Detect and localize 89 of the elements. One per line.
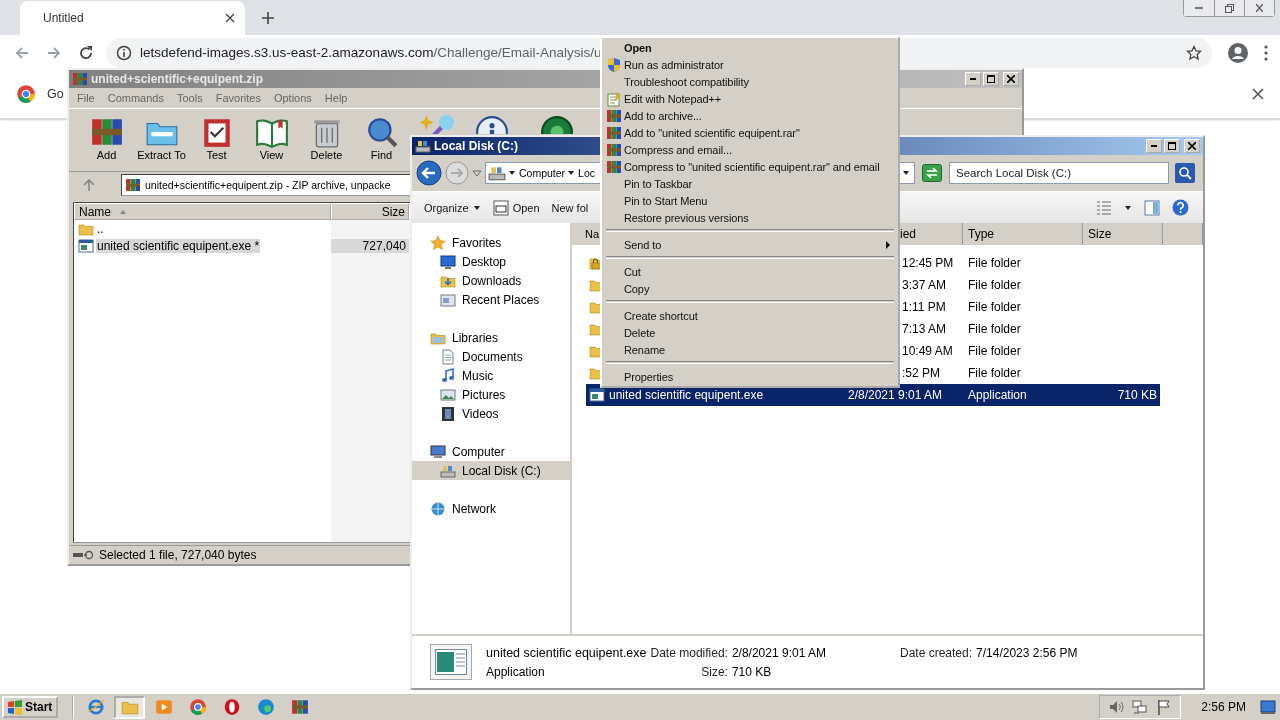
field-value: 7/14/2023 2:56 PM <box>976 645 1078 660</box>
nav-item[interactable]: Recent Places <box>412 290 570 309</box>
menu-item[interactable]: File <box>77 92 95 104</box>
url-text: letsdefend-images.s3.us-east-2.amazonaws.com/Challenge/Email-Analysis/u <box>140 45 602 60</box>
menu-item[interactable]: Create shortcut <box>604 307 896 324</box>
menu-item[interactable]: Run as administrator <box>604 56 896 73</box>
toolbar-button[interactable]: Test <box>189 115 244 161</box>
menu-item[interactable]: Favorites <box>215 92 261 104</box>
nav-item[interactable]: Local Disk (C:) <box>412 461 570 480</box>
menu-item[interactable]: Pin to Taskbar <box>604 175 896 192</box>
column-header[interactable]: Type <box>963 223 1083 245</box>
menu-item[interactable]: Properties <box>604 368 896 385</box>
nav-item[interactable]: Favorites <box>412 233 570 252</box>
menu-item[interactable]: Help <box>324 92 348 104</box>
field-value: 710 KB <box>731 664 773 679</box>
menu-item[interactable]: Commands <box>107 92 164 104</box>
field-value: 2/8/2021 9:01 AM <box>731 645 826 660</box>
window-title: united+scientific+equipent.zip <box>91 72 264 86</box>
toolbar-button[interactable]: Add <box>79 115 134 161</box>
column-header[interactable]: Size <box>331 203 409 220</box>
menu-item[interactable]: Cut <box>604 263 896 280</box>
file-name: united scientific equipent.exe <box>486 645 647 660</box>
selected-row[interactable]: united scientific equipent.exe 2/8/2021 9:01 AM Application 710 KB <box>586 384 1160 406</box>
file-type: File folder <box>967 300 1022 314</box>
menu-item[interactable]: Troubleshoot compatibility <box>604 73 896 90</box>
field-label: Size: <box>700 664 728 679</box>
file-type: File folder <box>967 322 1022 336</box>
file-size: 710 KB <box>1116 388 1158 402</box>
menu-item[interactable]: Restore previous versions <box>604 209 896 226</box>
command-button[interactable]: Open <box>492 199 540 216</box>
file-name[interactable]: united scientific equipent.exe <box>609 388 764 402</box>
nav-item[interactable]: Music <box>412 366 570 385</box>
nav-item[interactable]: Downloads <box>412 271 570 290</box>
search-field[interactable]: Search Local Disk (C:) <box>949 162 1169 184</box>
clock: 2:56 PM <box>1201 700 1246 714</box>
menu-item[interactable]: Add to "united scientific equipent.rar" <box>604 124 896 141</box>
column-header[interactable]: Name <box>74 203 331 220</box>
toolbar-button[interactable]: Delete <box>299 115 354 161</box>
window-title: Local Disk (C:) <box>434 139 518 153</box>
tab-title: Untitled <box>43 11 84 25</box>
command-button[interactable]: Organize <box>424 201 481 214</box>
menu-item[interactable]: Delete <box>604 324 896 341</box>
file-type: File folder <box>967 366 1022 380</box>
menu-item[interactable]: Compress and email... <box>604 141 896 158</box>
date-modified: :52 PM <box>901 366 941 380</box>
nav-item[interactable]: Desktop <box>412 252 570 271</box>
file-type: Application <box>967 388 1028 402</box>
toolbar-button[interactable]: View <box>244 115 299 161</box>
toolbar-button[interactable]: Extract To <box>134 115 189 161</box>
menu-item[interactable]: Compress to "united scientific equipent.rar" and email <box>604 158 896 175</box>
file-type: File folder <box>967 344 1022 358</box>
nav-item[interactable]: Pictures <box>412 385 570 404</box>
menu-item[interactable]: Add to archive... <box>604 107 896 124</box>
menu-item[interactable]: Edit with Notepad++ <box>604 90 896 107</box>
menu-item[interactable]: Open <box>604 39 896 56</box>
date-modified: 2/8/2021 9:01 AM <box>847 388 944 402</box>
file-type: File folder <box>967 278 1022 292</box>
menu-item[interactable]: Options <box>273 92 312 104</box>
field-label: Date modified: <box>650 645 728 660</box>
date-modified: 12:45 PM <box>901 256 955 270</box>
file-size: 727,040 <box>331 238 409 253</box>
command-button[interactable]: New fol <box>551 201 589 214</box>
file-type: File folder <box>967 256 1022 270</box>
menu-item[interactable]: Tools <box>177 92 203 104</box>
nav-item[interactable]: Documents <box>412 347 570 366</box>
menu-item[interactable]: Pin to Start Menu <box>604 192 896 209</box>
file-name[interactable]: .. <box>96 221 105 236</box>
date-modified: 10:49 AM <box>901 344 954 358</box>
toolbar-button[interactable]: Find <box>354 115 409 161</box>
menu-item[interactable]: Rename <box>604 341 896 358</box>
date-modified: 3:37 AM <box>901 278 948 292</box>
field-label: Date created: <box>900 645 973 660</box>
breadcrumb-item[interactable]: Loc <box>578 167 596 179</box>
nav-item[interactable]: Computer <box>412 442 570 461</box>
status-text: Selected 1 file, 727,040 bytes <box>99 548 257 562</box>
browser-tab[interactable]: Untitled <box>20 1 245 35</box>
info-bar-text: Go <box>47 87 64 101</box>
breadcrumb-item[interactable]: Computer <box>519 167 566 179</box>
date-modified: 1:11 PM <box>901 300 947 314</box>
path-text: united+scientific+equipent.zip - ZIP archive, unpacke <box>145 179 391 191</box>
column-header[interactable]: Size <box>1083 223 1163 245</box>
file-type: Application <box>486 664 546 679</box>
nav-item[interactable]: Network <box>412 499 570 518</box>
menu-item[interactable]: Copy <box>604 280 896 297</box>
nav-item[interactable]: Libraries <box>412 328 570 347</box>
file-name[interactable]: united scientific equipent.exe * <box>96 238 261 253</box>
date-modified: 7:13 AM <box>901 322 948 336</box>
nav-item[interactable]: Videos <box>412 404 570 423</box>
start-button[interactable]: Start <box>2 696 59 718</box>
